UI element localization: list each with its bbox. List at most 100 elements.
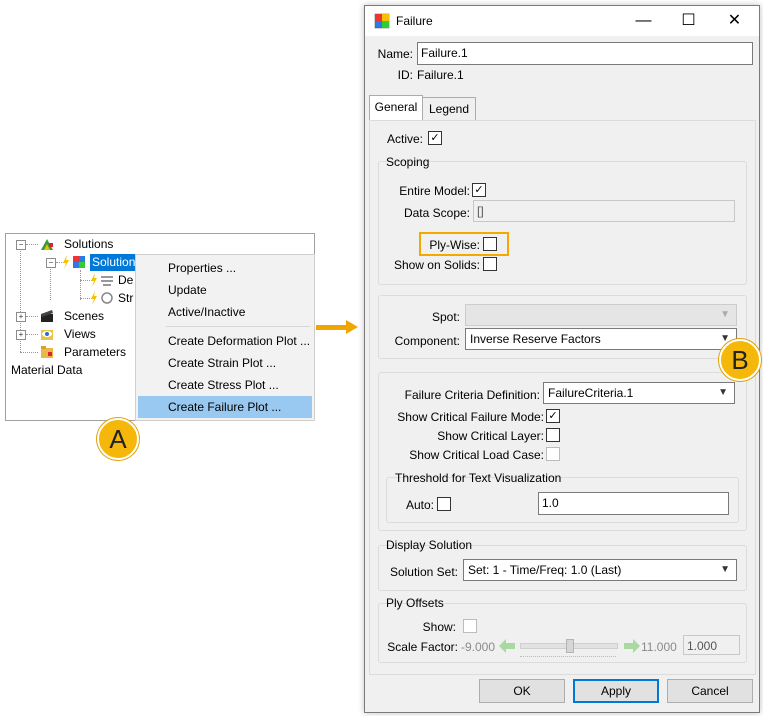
tab-general[interactable]: General bbox=[369, 95, 423, 120]
spot-label: Spot: bbox=[431, 310, 460, 324]
arrow-right-icon[interactable] bbox=[624, 639, 640, 653]
strain-icon bbox=[101, 292, 113, 304]
minimize-button[interactable]: — bbox=[621, 6, 666, 36]
show-critical-load-case-label: Show Critical Load Case: bbox=[409, 448, 544, 462]
menu-item-properties[interactable]: Properties ... bbox=[136, 257, 312, 279]
tree-item-solutions[interactable]: − Solutions bbox=[6, 236, 306, 253]
display-solution-title: Display Solution bbox=[386, 538, 473, 552]
close-button[interactable]: ✕ bbox=[712, 6, 757, 36]
threshold-input[interactable]: 1.0 bbox=[538, 492, 729, 515]
show-critical-layer-label: Show Critical Layer: bbox=[437, 429, 544, 443]
failure-criteria-value: FailureCriteria.1 bbox=[548, 386, 634, 400]
show-on-solids-label: Show on Solids: bbox=[393, 258, 480, 272]
active-checkbox[interactable]: ✓ bbox=[428, 131, 442, 145]
solution-plot-icon bbox=[73, 256, 85, 268]
callout-arrow-head bbox=[346, 320, 358, 334]
expand-icon[interactable]: + bbox=[16, 312, 26, 322]
data-scope-input[interactable]: [] bbox=[473, 200, 735, 222]
failure-criteria-select[interactable]: FailureCriteria.1 ▼ bbox=[543, 382, 735, 404]
cancel-button[interactable]: Cancel bbox=[667, 679, 753, 703]
arrow-left-icon[interactable] bbox=[499, 639, 515, 653]
lightning-icon bbox=[91, 273, 97, 287]
show-on-solids-checkbox[interactable] bbox=[483, 257, 497, 271]
show-critical-failure-mode-label: Show Critical Failure Mode: bbox=[397, 410, 544, 424]
threshold-title: Threshold for Text Visualization bbox=[395, 471, 562, 485]
component-value: Inverse Reserve Factors bbox=[470, 332, 601, 346]
id-label: ID: bbox=[397, 68, 413, 82]
name-input[interactable]: Failure.1 bbox=[417, 42, 753, 65]
tree-item-parameters[interactable]: Parameters bbox=[6, 344, 136, 361]
ply-wise-checkbox[interactable] bbox=[483, 237, 497, 251]
component-select[interactable]: Inverse Reserve Factors ▼ bbox=[465, 328, 737, 350]
lightning-icon bbox=[91, 291, 97, 305]
expand-icon[interactable]: + bbox=[16, 330, 26, 340]
collapse-icon[interactable]: − bbox=[46, 258, 56, 268]
tree-item-material-data[interactable]: Material Data bbox=[6, 362, 136, 379]
id-value: Failure.1 bbox=[417, 68, 464, 82]
dialog-title: Failure bbox=[396, 14, 433, 28]
menu-item-create-deformation-plot[interactable]: Create Deformation Plot ... bbox=[136, 330, 312, 352]
scale-factor-slider[interactable] bbox=[520, 639, 618, 653]
menu-separator bbox=[166, 326, 310, 327]
spot-select[interactable]: ▼ bbox=[465, 304, 737, 326]
maximize-button[interactable]: ☐ bbox=[666, 6, 711, 36]
context-menu: Properties ... Update Active/Inactive Cr… bbox=[135, 254, 315, 421]
menu-item-create-failure-plot[interactable]: Create Failure Plot ... bbox=[138, 396, 312, 418]
slider-thumb[interactable] bbox=[566, 639, 574, 653]
chevron-down-icon: ▼ bbox=[720, 309, 730, 320]
ply-offsets-title: Ply Offsets bbox=[386, 596, 444, 610]
failure-criteria-definition-label: Failure Criteria Definition: bbox=[404, 388, 540, 402]
tab-legend[interactable]: Legend bbox=[422, 97, 476, 120]
show-critical-load-case-checkbox[interactable] bbox=[546, 447, 560, 461]
auto-label: Auto: bbox=[405, 498, 434, 512]
chevron-down-icon: ▼ bbox=[720, 564, 730, 575]
apply-button[interactable]: Apply bbox=[573, 679, 659, 703]
tree-item-label: Parameters bbox=[64, 345, 127, 359]
menu-item-active-inactive[interactable]: Active/Inactive bbox=[136, 301, 312, 323]
ok-button[interactable]: OK bbox=[479, 679, 565, 703]
general-tab-panel: Active: ✓ Scoping Entire Model: ✓ Data S… bbox=[369, 120, 756, 675]
callout-arrow bbox=[316, 325, 348, 330]
deformation-icon bbox=[101, 276, 113, 286]
clapperboard-icon bbox=[41, 310, 53, 322]
show-critical-layer-checkbox[interactable] bbox=[546, 428, 560, 442]
menu-item-update[interactable]: Update bbox=[136, 279, 312, 301]
solution-set-value: Set: 1 - Time/Freq: 1.0 (Last) bbox=[468, 563, 622, 577]
failure-dialog: Failure — ☐ ✕ Name: Failure.1 ID: Failur… bbox=[364, 5, 760, 713]
tree-item-label: Scenes bbox=[64, 309, 105, 323]
tree-item-label: De bbox=[118, 273, 134, 287]
scale-max-value: 11.000 bbox=[641, 640, 677, 654]
show-label: Show: bbox=[422, 620, 456, 634]
scale-factor-label: Scale Factor: bbox=[387, 640, 458, 654]
tree-item-label: Solutions bbox=[64, 237, 114, 251]
ply-wise-label: Ply-Wise: bbox=[429, 238, 480, 252]
solution-set-select[interactable]: Set: 1 - Time/Freq: 1.0 (Last) ▼ bbox=[463, 559, 737, 581]
tree-item-label: Views bbox=[64, 327, 96, 341]
lightning-icon bbox=[63, 255, 69, 269]
tree-item-views[interactable]: + Views bbox=[6, 326, 136, 343]
name-label: Name: bbox=[377, 47, 413, 61]
scale-min-value: -9.000 bbox=[461, 640, 496, 654]
failure-plot-icon bbox=[374, 13, 390, 29]
scoping-title: Scoping bbox=[386, 155, 430, 169]
active-label: Active: bbox=[387, 132, 424, 146]
menu-item-create-stress-plot[interactable]: Create Stress Plot ... bbox=[136, 374, 312, 396]
collapse-icon[interactable]: − bbox=[16, 240, 26, 250]
folder-icon bbox=[41, 346, 53, 358]
slider-ticks bbox=[520, 652, 616, 657]
tree-item-label: Solution bbox=[90, 254, 138, 271]
auto-checkbox[interactable] bbox=[437, 497, 451, 511]
entire-model-checkbox[interactable]: ✓ bbox=[472, 183, 486, 197]
title-bar[interactable]: Failure — ☐ ✕ bbox=[365, 6, 759, 36]
eye-icon bbox=[41, 330, 53, 340]
callout-badge-b: B bbox=[719, 339, 761, 381]
solutions-icon bbox=[41, 239, 53, 250]
scale-factor-input[interactable]: 1.000 bbox=[683, 635, 740, 655]
menu-item-create-strain-plot[interactable]: Create Strain Plot ... bbox=[136, 352, 312, 374]
entire-model-label: Entire Model: bbox=[399, 184, 470, 198]
show-offsets-checkbox[interactable] bbox=[463, 619, 477, 633]
tree-item-scenes[interactable]: + Scenes bbox=[6, 308, 136, 325]
solution-set-label: Solution Set: bbox=[389, 565, 458, 579]
callout-badge-a: A bbox=[97, 418, 139, 460]
show-critical-failure-mode-checkbox[interactable]: ✓ bbox=[546, 409, 560, 423]
